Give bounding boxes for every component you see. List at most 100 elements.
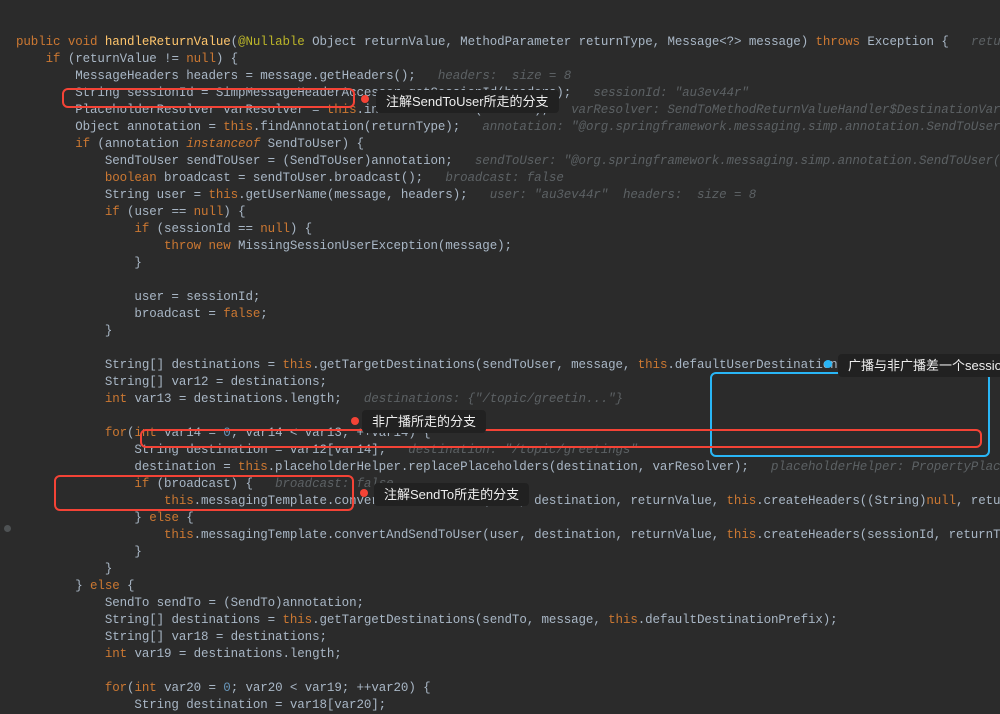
brace: }	[105, 324, 112, 338]
line-5b: .findAnnotation(returnType);	[253, 120, 460, 134]
kw-if: if	[46, 52, 61, 66]
line-29a: .messagingTemplate.convertAndSendToUser(…	[194, 528, 727, 542]
kw-else: else	[90, 579, 120, 593]
brace: }	[134, 545, 141, 559]
hint: destination: "/topic/greetings"	[408, 443, 637, 457]
line-24: String destination = var12[var14];	[134, 443, 386, 457]
kw-this: this	[327, 103, 357, 117]
line-20: String[] var12 = destinations;	[105, 375, 327, 389]
kw-this: this	[608, 613, 638, 627]
line-34b: .getTargetDestinations(sendTo, message,	[312, 613, 608, 627]
param-returnType: returnType	[579, 35, 653, 49]
line-34a: String[] destinations =	[105, 613, 283, 627]
line-16a: broadcast =	[134, 307, 223, 321]
kw-if: if	[75, 137, 90, 151]
line-26: (broadcast) {	[149, 477, 253, 491]
line-34c: .defaultDestinationPrefix);	[638, 613, 838, 627]
line-6b: SendToUser) {	[260, 137, 364, 151]
line-12: MissingSessionUserException(message);	[231, 239, 512, 253]
hint: broadcast: false	[445, 171, 563, 185]
brace-open: {	[941, 35, 948, 49]
cond: (returnValue !=	[68, 52, 186, 66]
line-35: String[] var18 = destinations;	[105, 630, 327, 644]
line-28a: }	[134, 511, 149, 525]
line-2: MessageHeaders headers = message.getHead…	[75, 69, 415, 83]
type-exception: Exception	[867, 35, 934, 49]
kw-this: this	[282, 358, 312, 372]
line-10a: (user ==	[120, 205, 194, 219]
annotation: @Nullable	[238, 35, 305, 49]
kw-this: this	[223, 120, 253, 134]
hint: user: "au3ev44r" headers: size = 8	[490, 188, 756, 202]
line-19b: .getTargetDestinations(sendToUser, messa…	[312, 358, 638, 372]
kw-this: this	[238, 460, 268, 474]
kw-int: int	[105, 392, 127, 406]
brace: }	[105, 562, 112, 576]
kw-this: this	[638, 358, 668, 372]
kw-this: this	[208, 188, 238, 202]
kw-int: int	[134, 426, 156, 440]
type-message: Message	[667, 35, 719, 49]
line-23b: var14 =	[157, 426, 224, 440]
kw-for: for	[105, 426, 127, 440]
kw-null: null	[186, 52, 216, 66]
hint: annotation: "@org.springframework.messag…	[482, 120, 1000, 134]
line-10b: ) {	[223, 205, 245, 219]
kw-int: int	[105, 647, 127, 661]
line-38c: ; var20 < var19; ++var20) {	[231, 681, 431, 695]
hint: placeholderHelper: PropertyPlaceholderH	[771, 460, 1000, 474]
line-7: SendToUser sendToUser = (SendToUser)anno…	[105, 154, 453, 168]
hint: varResolver: SendToMethodReturnValueHand…	[571, 103, 1000, 117]
dot-cyan-1	[824, 360, 832, 368]
dot-red-2	[351, 417, 359, 425]
kw-if: if	[134, 477, 149, 491]
type-object: Object	[312, 35, 356, 49]
num-zero: 0	[223, 426, 230, 440]
kw-this: this	[727, 494, 757, 508]
param-returnValue: returnValue	[364, 35, 445, 49]
kw-null: null	[260, 222, 290, 236]
line-11a: (sessionId ==	[149, 222, 260, 236]
kw-if: if	[105, 205, 120, 219]
line-33: SendTo sendTo = (SendTo)annotation;	[105, 596, 364, 610]
hint: destinations: {"/topic/greetin..."}	[364, 392, 623, 406]
line-27b: .createHeaders((String)	[756, 494, 926, 508]
line-8: broadcast = sendToUser.broadcast();	[157, 171, 423, 185]
param-message: message	[749, 35, 801, 49]
kw-null: null	[926, 494, 956, 508]
end: ) {	[216, 52, 238, 66]
kw-for: for	[105, 681, 127, 695]
line-15: user = sessionId;	[134, 290, 260, 304]
line-28b: {	[179, 511, 194, 525]
line-21: var13 = destinations.length;	[127, 392, 342, 406]
line-32a: }	[75, 579, 90, 593]
kw-if: if	[134, 222, 149, 236]
kw-else: else	[149, 511, 179, 525]
kw-instanceof: instanceof	[186, 137, 260, 151]
line-16b: ;	[260, 307, 267, 321]
kw-null: null	[194, 205, 224, 219]
kw-public: public	[16, 35, 60, 49]
callout-broadcast: 广播与非广播差一个sessionId	[838, 354, 1000, 377]
line-9b: .getUserName(message, headers);	[238, 188, 467, 202]
kw-boolean: boolean	[105, 171, 157, 185]
line-25a: destination =	[134, 460, 238, 474]
generic: <?>	[719, 35, 741, 49]
line-25b: .placeholderHelper.replacePlaceholders(d…	[268, 460, 749, 474]
type-mp: MethodParameter	[460, 35, 571, 49]
line-9a: String user =	[105, 188, 209, 202]
line-32b: {	[120, 579, 135, 593]
line-29b: .createHeaders(sessionId, returnType));	[756, 528, 1000, 542]
kw-this: this	[164, 494, 194, 508]
kw-this: this	[164, 528, 194, 542]
line-36: var19 = destinations.length;	[127, 647, 342, 661]
callout-nonbroadcast: 非广播所走的分支	[362, 410, 486, 433]
num-zero: 0	[223, 681, 230, 695]
kw-int: int	[134, 681, 156, 695]
dot-red-1	[361, 95, 369, 103]
hint-rv: returnValue:	[971, 35, 1000, 49]
hint: sessionId: "au3ev44r"	[593, 86, 748, 100]
dot-red-3	[360, 489, 368, 497]
callout-sendto: 注解SendTo所走的分支	[374, 483, 529, 506]
hint: sendToUser: "@org.springframework.messag…	[475, 154, 1000, 168]
